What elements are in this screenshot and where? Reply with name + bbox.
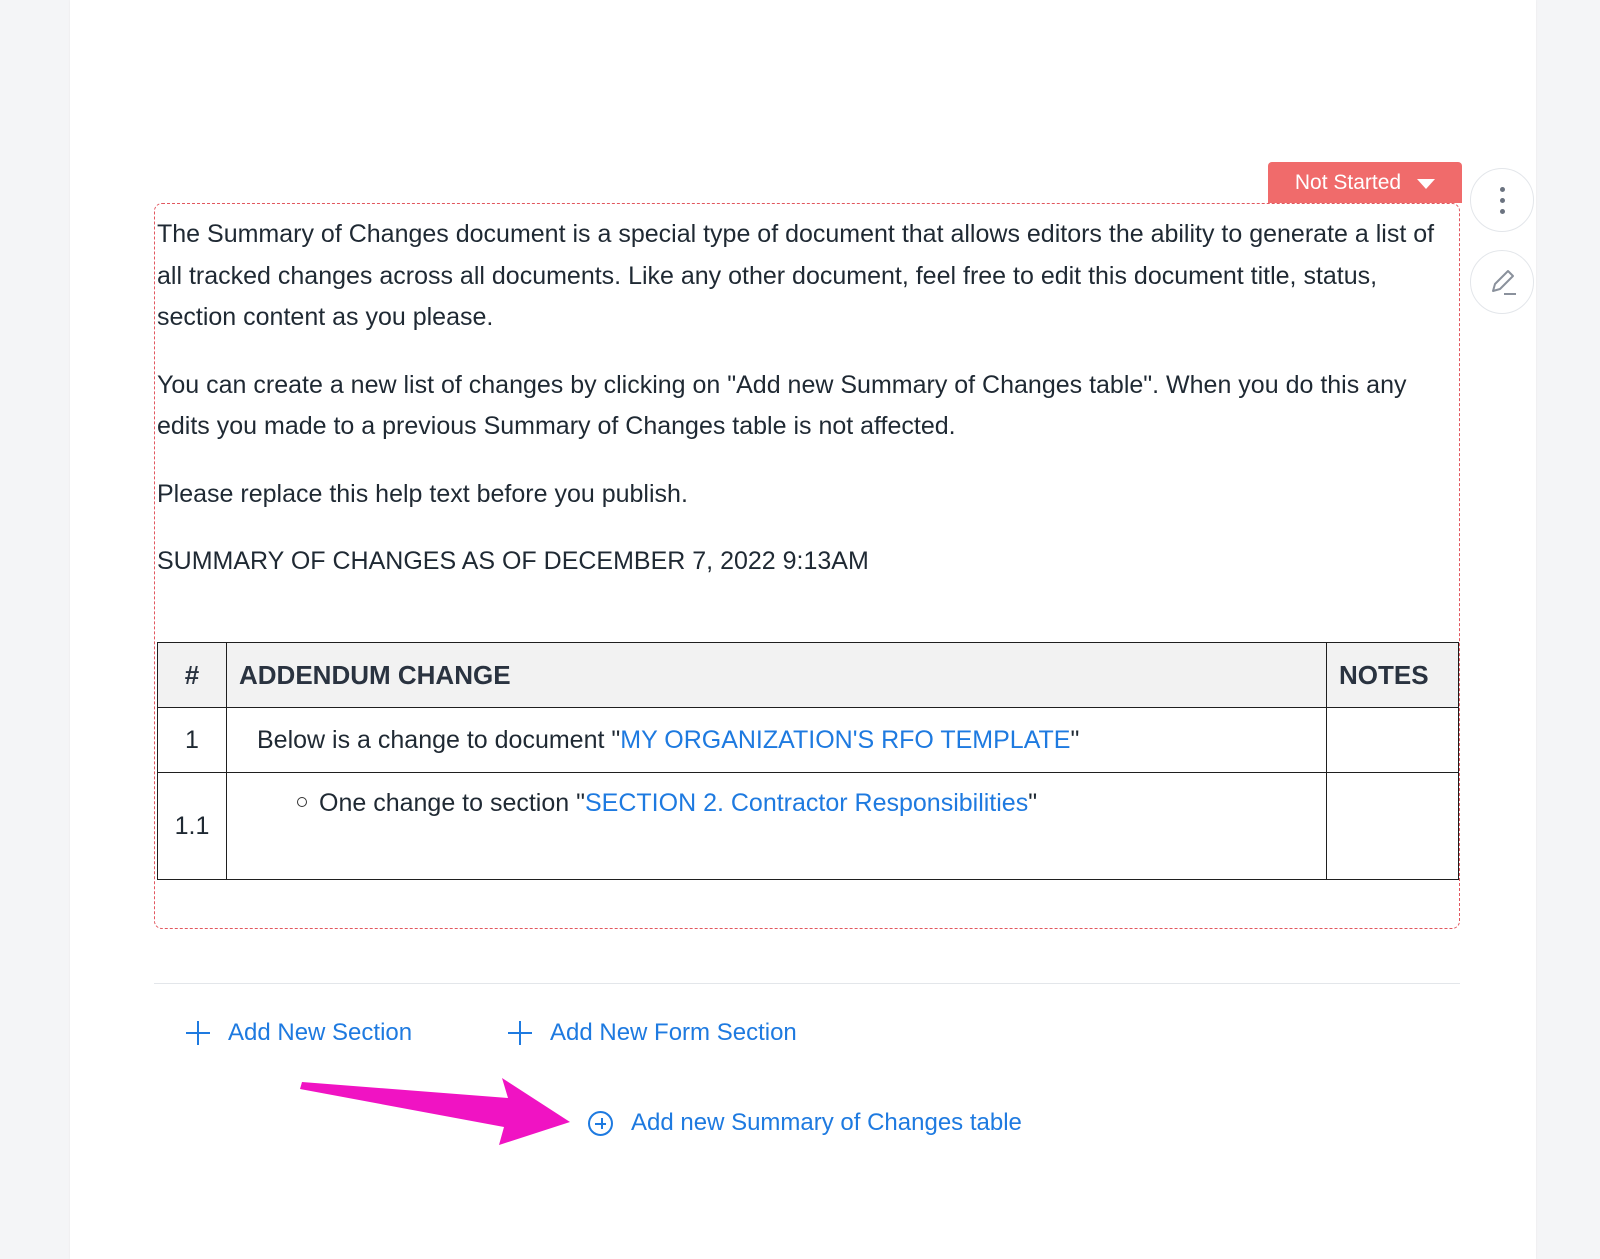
- bullet-icon: [297, 797, 307, 808]
- row-change: Below is a change to document "MY ORGANI…: [226, 707, 1327, 773]
- header-addendum-change: ADDENDUM CHANGE: [226, 642, 1327, 708]
- header-notes: NOTES: [1326, 642, 1459, 708]
- document-link[interactable]: MY ORGANIZATION'S RFO TEMPLATE: [620, 726, 1070, 754]
- status-label: Not Started: [1294, 170, 1402, 194]
- plus-icon: [508, 1021, 532, 1045]
- section-link[interactable]: SECTION 2. Contractor Responsibilities: [585, 789, 1028, 817]
- summary-heading: SUMMARY OF CHANGES AS OF DECEMBER 7, 202…: [157, 547, 869, 575]
- row-notes[interactable]: [1326, 707, 1459, 773]
- more-vertical-icon: [1499, 186, 1505, 214]
- summary-table: # ADDENDUM CHANGE NOTES 1 Below is a cha…: [157, 642, 1459, 880]
- caret-down-icon: [1417, 179, 1436, 189]
- add-new-form-section-button[interactable]: Add New Form Section: [502, 1018, 803, 1048]
- table-row: 1 Below is a change to document "MY ORGA…: [157, 707, 1459, 773]
- header-number: #: [157, 642, 227, 708]
- table-header-row: # ADDENDUM CHANGE NOTES: [157, 642, 1459, 708]
- add-summary-table-button[interactable]: Add new Summary of Changes table: [582, 1108, 1028, 1138]
- help-paragraph-3: Please replace this help text before you…: [157, 479, 688, 508]
- more-options-button[interactable]: [1470, 168, 1534, 232]
- help-paragraph-1: The Summary of Changes document is a spe…: [157, 220, 1435, 331]
- section-body: The Summary of Changes document is a spe…: [157, 214, 1453, 609]
- pencil-icon: [1492, 270, 1516, 295]
- row-change: One change to section "SECTION 2. Contra…: [226, 772, 1327, 880]
- row-number: 1: [157, 707, 227, 773]
- divider: [154, 983, 1460, 984]
- plus-circle-icon: [588, 1110, 613, 1136]
- plus-icon: [186, 1021, 210, 1045]
- annotation-arrow-icon: [300, 1078, 570, 1145]
- row-notes[interactable]: [1326, 772, 1459, 880]
- add-new-section-button[interactable]: Add New Section: [180, 1018, 418, 1048]
- status-dropdown[interactable]: Not Started: [1268, 162, 1462, 203]
- table-row: 1.1 One change to section "SECTION 2. Co…: [157, 772, 1459, 880]
- edit-button[interactable]: [1470, 250, 1534, 314]
- row-number: 1.1: [157, 772, 227, 880]
- help-paragraph-2: You can create a new list of changes by …: [157, 370, 1407, 441]
